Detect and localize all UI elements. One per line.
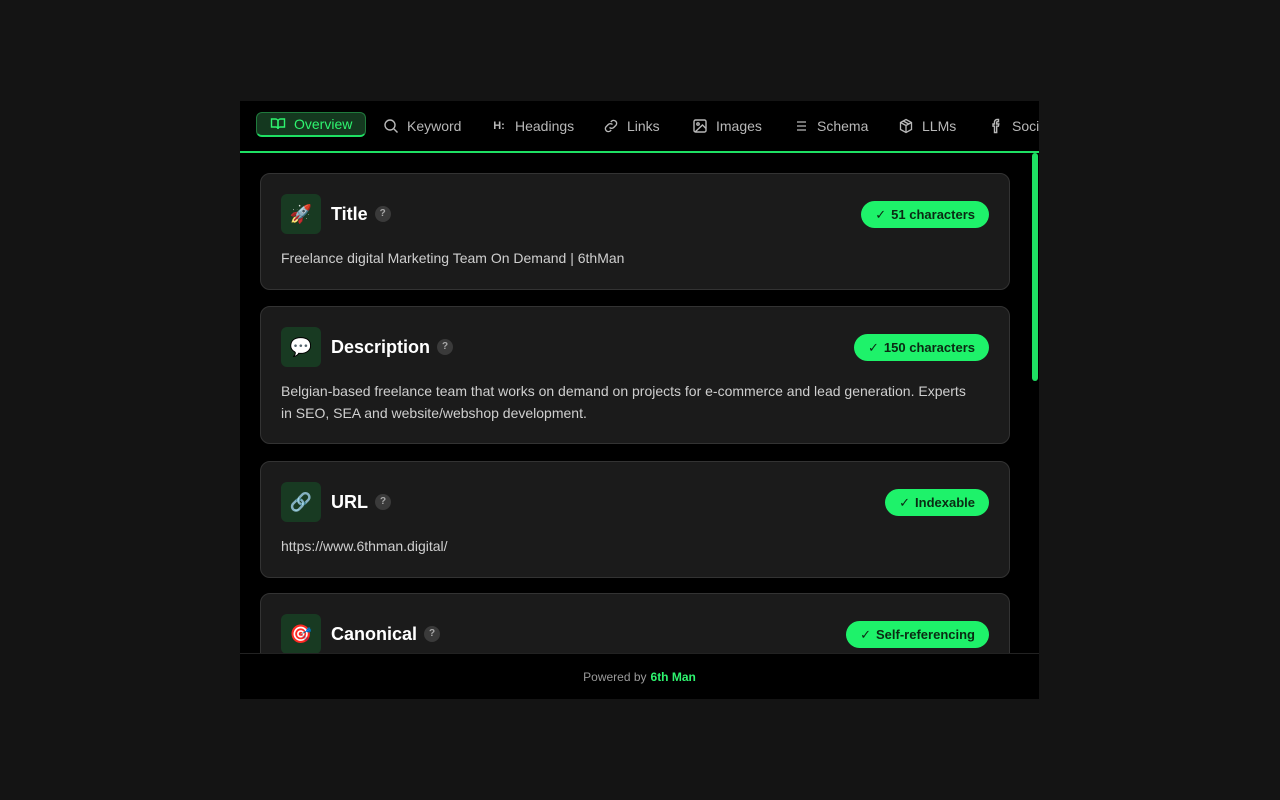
tab-social-label: Social <box>1012 118 1039 134</box>
card-title: URL ? <box>331 491 391 513</box>
status-badge-text: Indexable <box>915 495 975 510</box>
facebook-icon <box>992 118 1000 134</box>
tab-links-label: Links <box>627 118 660 134</box>
check-icon: ✓ <box>868 339 879 355</box>
seo-extension-window: Overview Keyword H: Headings Links Image… <box>240 101 1039 699</box>
rocket-icon: 🚀 <box>281 194 321 234</box>
help-icon[interactable]: ? <box>374 206 391 222</box>
scrollbar[interactable] <box>1031 153 1039 653</box>
help-icon[interactable]: ? <box>375 494 391 510</box>
target-icon: 🎯 <box>281 614 321 653</box>
card-value: Freelance digital Marketing Team On Dema… <box>281 250 625 266</box>
speech-bubble-icon: 💬 <box>281 327 321 367</box>
status-badge-text: 150 characters <box>883 340 975 355</box>
book-open-icon <box>270 118 286 130</box>
tab-links[interactable]: Links <box>603 112 660 140</box>
card-value: https://www.6thman.digital/ <box>281 538 448 554</box>
footer: Powered by 6th Man <box>240 653 1039 699</box>
url-card: 🔗 URL ? ✓ Indexable https://www.6thman.d… <box>260 461 1010 578</box>
link-icon <box>604 119 618 133</box>
card-value: Belgian-based freelance team that works … <box>281 383 966 421</box>
title-card: 🚀 Title ? ✓ 51 characters Freelance digi… <box>260 173 1010 290</box>
image-icon <box>693 119 707 133</box>
tab-bar: Overview Keyword H: Headings Links Image… <box>240 101 1039 153</box>
footer-brand-link[interactable]: 6th Man <box>651 670 696 684</box>
canonical-card: 🎯 Canonical ? ✓ Self-referencing <box>260 593 1010 653</box>
description-card: 💬 Description ? ✓ 150 characters Belgian… <box>260 306 1010 444</box>
card-title: Title ? <box>331 203 391 225</box>
tab-headings-label: Headings <box>515 118 575 134</box>
tab-llms-label: LLMs <box>922 118 957 134</box>
chain-link-icon: 🔗 <box>281 482 321 522</box>
card-title: Canonical ? <box>331 623 441 645</box>
check-icon: ✓ <box>899 494 911 510</box>
status-badge-text: Self-referencing <box>876 627 975 642</box>
help-icon[interactable]: ? <box>424 626 441 642</box>
list-icon <box>797 121 806 131</box>
card-title-text: Canonical <box>331 624 418 644</box>
overview-panel: 🚀 Title ? ✓ 51 characters Freelance digi… <box>240 153 1039 653</box>
scrollbar-thumb[interactable] <box>1032 153 1038 381</box>
status-badge: ✓ Indexable <box>885 489 989 516</box>
card-title-text: Description <box>331 337 431 357</box>
tab-llms[interactable]: LLMs <box>898 112 956 140</box>
tab-social[interactable]: Social <box>988 112 1039 140</box>
help-icon[interactable]: ? <box>437 339 454 355</box>
tab-keyword-label: Keyword <box>407 118 462 134</box>
heading-icon: H: <box>493 120 505 132</box>
status-badge: ✓ 51 characters <box>861 201 989 228</box>
tab-schema-label: Schema <box>817 118 869 134</box>
tab-schema[interactable]: Schema <box>793 112 868 140</box>
tab-headings[interactable]: H: Headings <box>491 112 574 140</box>
tab-images[interactable]: Images <box>692 112 762 140</box>
footer-prefix: Powered by <box>583 670 647 684</box>
card-title-text: URL <box>331 492 368 512</box>
card-title: Description ? <box>331 336 454 358</box>
check-icon: ✓ <box>860 626 872 642</box>
status-badge: ✓ Self-referencing <box>846 621 989 648</box>
tab-keyword[interactable]: Keyword <box>383 112 461 140</box>
status-badge: ✓ 150 characters <box>854 334 989 361</box>
card-title-text: Title <box>331 204 368 224</box>
check-icon: ✓ <box>875 206 887 222</box>
tab-images-label: Images <box>716 118 762 134</box>
tab-overview-label: Overview <box>294 116 353 132</box>
status-badge-text: 51 characters <box>891 207 975 222</box>
tab-overview[interactable]: Overview <box>256 112 367 137</box>
cube-icon <box>899 118 913 134</box>
search-icon <box>384 119 398 133</box>
